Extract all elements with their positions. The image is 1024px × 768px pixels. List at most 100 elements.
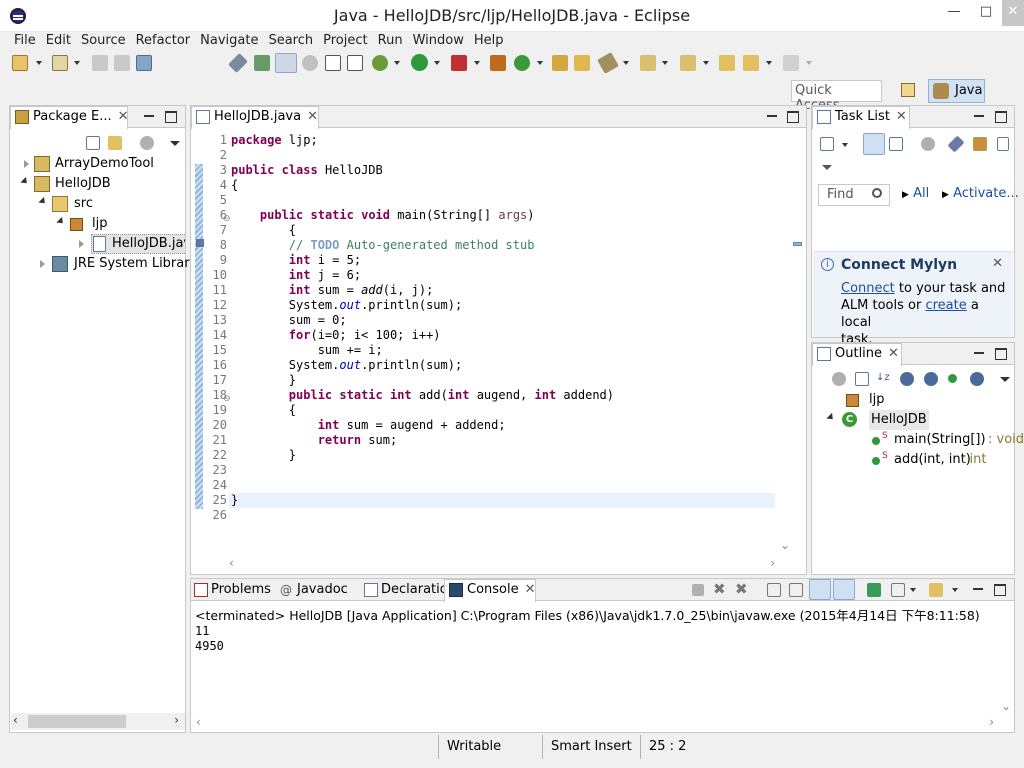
collapse-icon[interactable] [20, 176, 30, 187]
view-menu-icon[interactable] [140, 136, 154, 150]
synchronize-icon[interactable] [921, 137, 935, 151]
chevron-down-icon[interactable] [910, 588, 916, 592]
skip-breakpoints-icon[interactable] [254, 55, 270, 71]
chevron-down-icon[interactable] [952, 588, 958, 592]
tab-outline[interactable]: Outline ✕ [812, 343, 902, 366]
collapse-all-icon[interactable] [86, 136, 100, 150]
pin-console-icon[interactable] [867, 583, 881, 597]
console-output[interactable]: 11 4950 [195, 624, 224, 654]
save-icon[interactable] [92, 55, 108, 71]
remove-launch-icon[interactable]: ✖ [713, 580, 726, 598]
sort-icon[interactable]: ↓z [876, 372, 890, 386]
previous-annotation-icon[interactable] [680, 55, 696, 71]
collapse-all-icon[interactable] [997, 137, 1009, 151]
open-task-icon[interactable] [574, 55, 590, 71]
menu-help[interactable]: Help [469, 32, 509, 50]
minimize-window-button[interactable]: — [938, 0, 970, 26]
tab-hellojdb-java[interactable]: HelloJDB.java ✕ [191, 106, 319, 129]
scroll-left-icon[interactable]: ‹ [196, 715, 201, 729]
categorized-icon[interactable] [863, 133, 885, 155]
chevron-down-icon[interactable] [662, 61, 668, 65]
activate-filter[interactable]: ▶ Activate... [942, 186, 1019, 201]
chevron-down-icon[interactable] [806, 61, 812, 65]
maximize-icon[interactable] [163, 109, 177, 123]
scroll-right-icon[interactable]: › [770, 556, 775, 570]
minimize-icon[interactable] [142, 109, 156, 123]
tab-task-list[interactable]: Task List ✕ [812, 106, 910, 129]
close-icon[interactable]: ✕ [525, 582, 536, 597]
toggle-breakpoint-icon[interactable] [228, 53, 248, 73]
collapse-all-icon[interactable] [855, 372, 869, 386]
close-icon[interactable]: ✕ [896, 109, 907, 124]
overview-ruler-marker[interactable] [793, 242, 802, 246]
new-task-icon[interactable] [820, 137, 834, 151]
menu-refactor[interactable]: Refactor [131, 32, 196, 50]
tree-item-hellojdb-java[interactable]: HelloJDB.jav [73, 234, 185, 254]
quick-access-input[interactable]: Quick Access [791, 80, 882, 113]
scroll-right-icon[interactable]: › [174, 713, 179, 727]
open-console-icon[interactable] [929, 583, 943, 597]
focus-icon[interactable] [973, 137, 987, 151]
status-insert-mode[interactable]: Smart Insert [542, 735, 638, 759]
save-all-icon[interactable] [114, 55, 130, 71]
remove-all-icon[interactable]: ✖ [735, 580, 748, 598]
hide-fields-icon[interactable] [900, 372, 914, 386]
close-window-button[interactable]: ✕ [1002, 0, 1024, 26]
new-icon[interactable] [12, 55, 28, 71]
connect-link[interactable]: Connect [841, 281, 895, 296]
chevron-down-icon[interactable] [394, 61, 400, 65]
console-horizontal-scrollbar[interactable]: ‹ › [192, 715, 998, 732]
tab-declaration[interactable]: Declaration [361, 580, 456, 601]
debug-icon[interactable] [302, 55, 318, 71]
chevron-down-icon[interactable] [766, 61, 772, 65]
chevron-down-icon[interactable] [822, 165, 832, 170]
expand-icon[interactable] [24, 160, 29, 168]
tab-javadoc[interactable]: @ Javadoc [277, 580, 348, 601]
menu-project[interactable]: Project [318, 32, 372, 50]
show-on-output-icon[interactable] [809, 579, 831, 600]
hide-static-icon[interactable] [924, 372, 938, 386]
display-console-icon[interactable] [891, 583, 905, 597]
maximize-icon[interactable] [992, 582, 1006, 596]
open-type-icon[interactable] [552, 55, 568, 71]
show-whitespace-icon[interactable] [325, 55, 341, 71]
back-icon[interactable] [743, 55, 759, 71]
menu-source[interactable]: Source [76, 32, 131, 50]
link-with-editor-icon[interactable] [108, 136, 122, 150]
chevron-down-icon[interactable] [1000, 377, 1010, 382]
chevron-down-icon[interactable] [474, 61, 480, 65]
minimize-icon[interactable] [765, 109, 779, 123]
external-tools-icon[interactable] [451, 55, 467, 71]
all-filter[interactable]: ▶ All [902, 186, 929, 201]
horizontal-scrollbar[interactable]: ‹ › [11, 713, 185, 730]
collapse-icon[interactable] [826, 412, 836, 423]
scroll-left-icon[interactable]: ‹ [13, 713, 18, 727]
chevron-down-icon[interactable] [74, 61, 80, 65]
minimize-icon[interactable] [972, 346, 986, 360]
close-icon[interactable]: ✕ [992, 256, 1003, 271]
print-icon[interactable] [136, 55, 152, 71]
menu-search[interactable]: Search [263, 32, 318, 50]
bug-icon[interactable] [372, 55, 388, 71]
create-link[interactable]: create [925, 298, 966, 313]
collapse-icon[interactable] [38, 196, 48, 207]
chevron-down-icon[interactable] [842, 143, 848, 147]
scroll-right-icon[interactable]: › [989, 715, 994, 729]
chevron-down-icon[interactable] [537, 61, 543, 65]
menu-file[interactable]: File [9, 32, 41, 50]
collapse-icon[interactable] [56, 216, 66, 227]
expand-icon[interactable] [79, 240, 84, 248]
search-icon[interactable] [597, 52, 619, 74]
close-icon[interactable]: ✕ [307, 109, 318, 124]
scrollbar-thumb[interactable] [28, 715, 126, 728]
maximize-icon[interactable] [993, 346, 1007, 360]
menu-run[interactable]: Run [373, 32, 408, 50]
scroll-down-icon[interactable]: ⌄ [1001, 699, 1011, 713]
chevron-down-icon[interactable] [170, 141, 180, 146]
open-perspective-button[interactable] [897, 79, 921, 103]
clear-console-icon[interactable] [767, 583, 781, 597]
new-class-icon[interactable] [514, 55, 530, 71]
tab-package-explorer[interactable]: Package E... ✕ [10, 106, 129, 129]
tab-problems[interactable]: Problems [191, 580, 271, 601]
close-icon[interactable]: ✕ [888, 346, 899, 361]
